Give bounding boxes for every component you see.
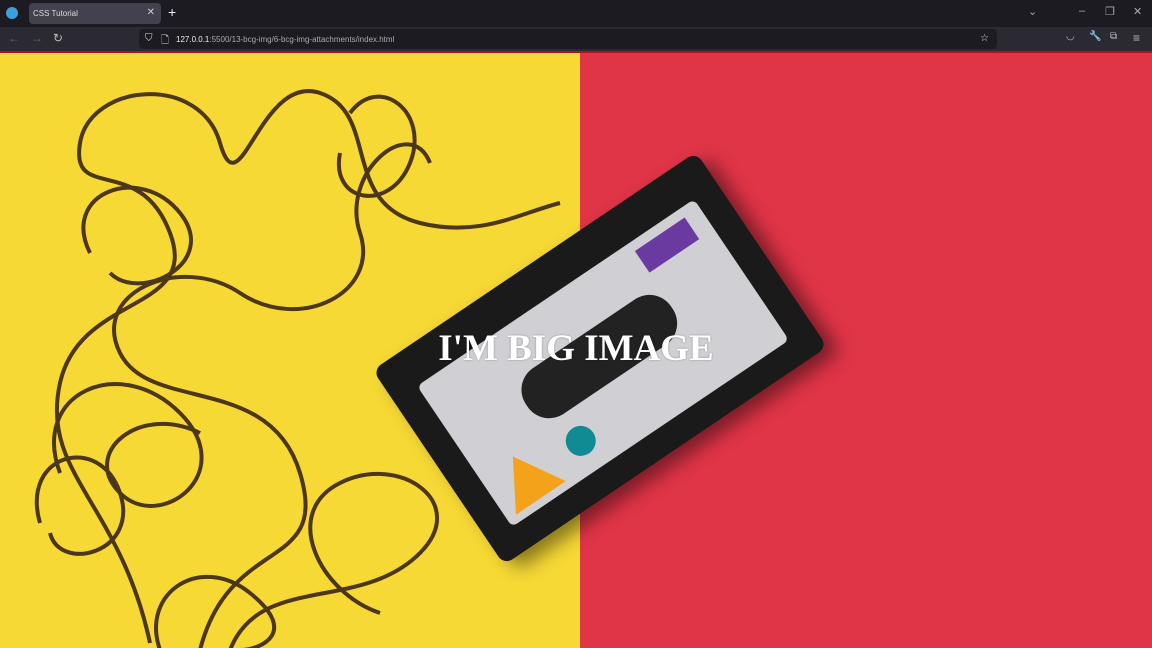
tab-css-tutorial[interactable]: CSS Tutorial ✕	[29, 3, 161, 24]
bookmark-star-icon[interactable]: ☆	[980, 33, 989, 44]
pocket-icon[interactable]: ◡	[1066, 31, 1075, 42]
page-heading: I'M BIG IMAGE	[438, 328, 714, 369]
orange-triangle	[488, 439, 566, 515]
brand-badge	[634, 217, 700, 273]
firefox-icon	[6, 7, 18, 19]
forward-button[interactable]: →	[31, 31, 43, 45]
url-path: :5500/13-bcg-img/6-bcg-img-attachments/i…	[209, 35, 395, 44]
restore-button[interactable]: ❐	[1105, 5, 1115, 18]
shield-icon[interactable]: ⛉	[145, 33, 153, 44]
wrench-icon[interactable]: 🔧	[1089, 31, 1101, 42]
new-tab-button[interactable]: +	[168, 4, 176, 20]
tab-bar: CSS Tutorial ✕ + ⌄ – ❐ ✕	[0, 0, 1152, 27]
url-host: 127.0.0.1	[176, 35, 210, 44]
teal-circle	[559, 420, 602, 462]
page-icon: 🗋	[161, 35, 170, 46]
back-button[interactable]: ←	[8, 31, 20, 45]
list-tabs-icon[interactable]: ⌄	[1028, 5, 1037, 18]
close-window-button[interactable]: ✕	[1133, 5, 1142, 18]
minimize-button[interactable]: –	[1079, 5, 1085, 17]
url-bar[interactable]: ⛉ 🗋 127.0.0.1:5500/13-bcg-img/6-bcg-img-…	[139, 29, 997, 49]
page-content: I'M BIG IMAGE	[0, 51, 1152, 648]
menu-icon[interactable]: ≡	[1133, 31, 1140, 45]
extensions-icon[interactable]: ⧉	[1110, 31, 1117, 42]
tab-title: CSS Tutorial	[33, 9, 78, 18]
reload-button[interactable]: ↻	[53, 31, 63, 45]
close-tab-icon[interactable]: ✕	[147, 7, 155, 18]
navigation-bar: ← → ↻ ⛉ 🗋 127.0.0.1:5500/13-bcg-img/6-bc…	[0, 27, 1152, 51]
